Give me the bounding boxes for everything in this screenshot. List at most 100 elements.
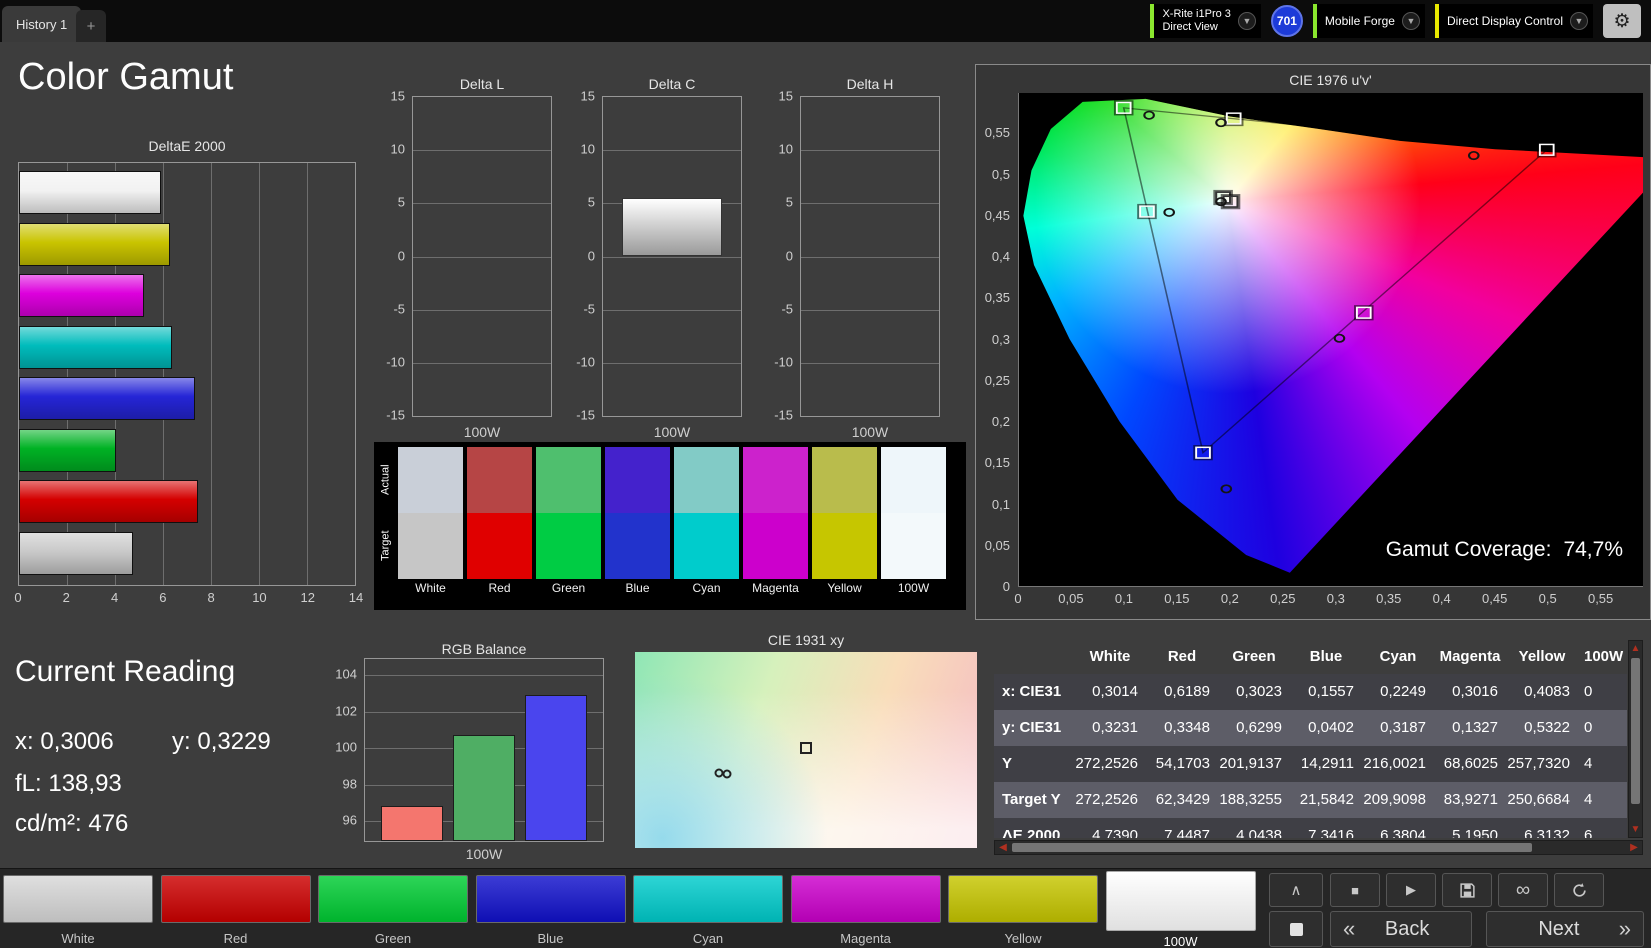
target-swatch — [467, 513, 532, 579]
gamut-triangle — [1122, 107, 1549, 455]
scroll-down-arrow[interactable]: ▼ — [1629, 823, 1642, 836]
table-cell: 0,2249 — [1380, 683, 1426, 700]
patch-blue[interactable]: Blue — [475, 869, 626, 948]
swatch-column-cyan: Cyan — [674, 447, 739, 610]
patch-green[interactable]: Green — [318, 869, 468, 948]
table-header-cell: Red — [1167, 648, 1197, 665]
axis-tick-label: 0,35 — [1376, 591, 1402, 606]
reading-fl-label: fL: — [15, 770, 42, 797]
scroll-thumb[interactable] — [1631, 658, 1640, 804]
cie1931-plot — [635, 652, 977, 848]
stop-button[interactable]: ■ — [1330, 873, 1380, 907]
measured-marker — [1163, 207, 1175, 217]
patch-color — [3, 875, 153, 923]
axis-tick-label: 6 — [159, 590, 167, 605]
meter-dropdown[interactable]: X-Rite i1Pro 3 Direct View ▼ — [1150, 4, 1261, 38]
patch-magenta[interactable]: Magenta — [790, 869, 941, 948]
scroll-up-arrow[interactable]: ▲ — [1629, 642, 1642, 655]
collapse-panel-button[interactable]: ∧ — [1269, 873, 1323, 907]
rgb-bar-blue — [525, 695, 587, 841]
actual-swatch — [881, 447, 946, 513]
save-button[interactable] — [1442, 873, 1492, 907]
patch-white[interactable]: White — [3, 869, 153, 948]
gridline — [413, 362, 551, 364]
table-cell: 6,3804 — [1380, 827, 1426, 838]
table-row[interactable]: y: CIE31 0,3231 0,3348 0,6299 0,0402 0,3187 0,… — [994, 710, 1627, 746]
cie1976-y-axis: 0,55 0,5 0,45 0,4 0,35 0,3 0,25 0,2 0,15 0,1 0,05 0 — [976, 65, 1014, 621]
scroll-right-arrow[interactable]: ▶ — [1628, 841, 1640, 854]
rgb-bar-green — [453, 735, 515, 841]
table-header-cell — [994, 640, 1074, 674]
reading-x-value: 0,3006 — [40, 728, 114, 755]
table-header-cell: Yellow — [1518, 648, 1566, 665]
loop-button[interactable] — [1554, 873, 1604, 907]
table-cell: 272,2526 — [1075, 755, 1138, 772]
target-marker — [800, 742, 812, 755]
back-button[interactable]: « Back — [1330, 911, 1472, 947]
table-cell: 209,9098 — [1363, 791, 1426, 808]
scroll-left-arrow[interactable]: ◀ — [997, 841, 1009, 854]
table-cell: 201,9137 — [1219, 755, 1282, 772]
axis-tick-label: 0,05 — [1058, 591, 1084, 606]
delta-h-y-axis: 15 10 5 0 -5 -10 -15 — [770, 89, 796, 423]
actual-row-label: Actual — [379, 464, 392, 496]
table-cell: 0 — [1584, 683, 1593, 700]
gear-icon[interactable]: ⚙ — [1603, 4, 1641, 38]
patch-100w[interactable]: 100W — [1105, 869, 1256, 948]
source-dropdown[interactable]: Mobile Forge ▼ — [1312, 4, 1425, 38]
axis-tick-label: -15 — [386, 407, 405, 423]
refresh-icon — [1572, 882, 1586, 897]
rgb-balance-title: RGB Balance — [441, 641, 527, 657]
swatch-name: Cyan — [692, 581, 721, 595]
scroll-thumb[interactable] — [1012, 843, 1532, 852]
table-row[interactable]: x: CIE31 0,3014 0,6189 0,3023 0,1557 0,2249 0,… — [994, 674, 1627, 710]
table-header-cell: Cyan — [1379, 648, 1417, 665]
actual-swatch — [398, 447, 463, 513]
table-row[interactable]: ΔE 2000 4,7390 7,4487 4,0438 7,3416 6,3804 5,1… — [994, 818, 1627, 838]
patch-cyan[interactable]: Cyan — [633, 869, 783, 948]
table-cell: 83,9271 — [1443, 791, 1498, 808]
patch-red[interactable]: Red — [160, 869, 311, 948]
table-cell: 188,3255 — [1219, 791, 1282, 808]
patch-yellow[interactable]: Yellow — [948, 869, 1098, 948]
chevron-down-icon[interactable]: ▼ — [1570, 12, 1588, 30]
axis-tick-label: 14 — [348, 590, 364, 605]
cie1976-x-axis: 0 0,05 0,1 0,15 0,2 0,25 0,3 0,35 0,4 0,45 0,5 0,55 — [976, 591, 1651, 607]
measured-marker — [722, 769, 732, 779]
cie1976-title: CIE 1976 u'v' — [1289, 72, 1372, 88]
gridline — [211, 163, 212, 585]
chevron-down-icon[interactable]: ▼ — [1401, 12, 1420, 30]
axis-tick-label: 102 — [335, 703, 357, 719]
display-control-dropdown[interactable]: Direct Display Control ▼ — [1434, 4, 1593, 38]
deltae-bar-yellow — [19, 222, 171, 266]
delta-bar — [622, 198, 722, 257]
table-row[interactable]: Y 272,2526 54,1703 201,9137 14,2911 216,0021 6… — [994, 746, 1627, 782]
table-vertical-scrollbar[interactable]: ▲ ▼ — [1628, 640, 1643, 838]
add-tab-button[interactable]: + — [76, 10, 106, 42]
gridline — [801, 309, 939, 311]
delta-c-chart — [602, 96, 742, 417]
delta-l-title: Delta L — [459, 76, 505, 92]
axis-tick-label: 0,3 — [1326, 591, 1345, 606]
table-cell: 21,5842 — [1299, 791, 1354, 808]
next-button[interactable]: Next » — [1486, 911, 1644, 947]
reading-cd-value: 476 — [88, 810, 129, 837]
table-cell: 0,3187 — [1380, 719, 1426, 736]
reading-x: x: 0,3006 — [15, 728, 114, 756]
deltae-chart — [18, 162, 356, 586]
continuous-mode-button[interactable]: ∞ — [1498, 873, 1548, 907]
swatch-column-magenta: Magenta — [743, 447, 808, 610]
table-horizontal-scrollbar[interactable]: ◀ ▶ — [994, 840, 1643, 855]
swatch-column-white: White — [398, 447, 463, 610]
delta-h-title: Delta H — [846, 76, 894, 92]
table-body: x: CIE31 0,3014 0,6189 0,3023 0,1557 0,2249 0,… — [994, 674, 1627, 838]
table-row[interactable]: Target Y 272,2526 62,3429 188,3255 21,5842 20… — [994, 782, 1627, 818]
chevron-down-icon[interactable]: ▼ — [1237, 12, 1256, 30]
target-swatch — [605, 513, 670, 579]
tab-history-1[interactable]: History 1 — [2, 6, 82, 42]
pattern-window-button[interactable] — [1269, 911, 1323, 947]
play-button[interactable]: ▶ — [1386, 873, 1436, 907]
axis-tick-label: 0,4 — [1432, 591, 1451, 606]
table-cell: 0,6189 — [1164, 683, 1210, 700]
target-row-label: Target — [379, 530, 392, 562]
